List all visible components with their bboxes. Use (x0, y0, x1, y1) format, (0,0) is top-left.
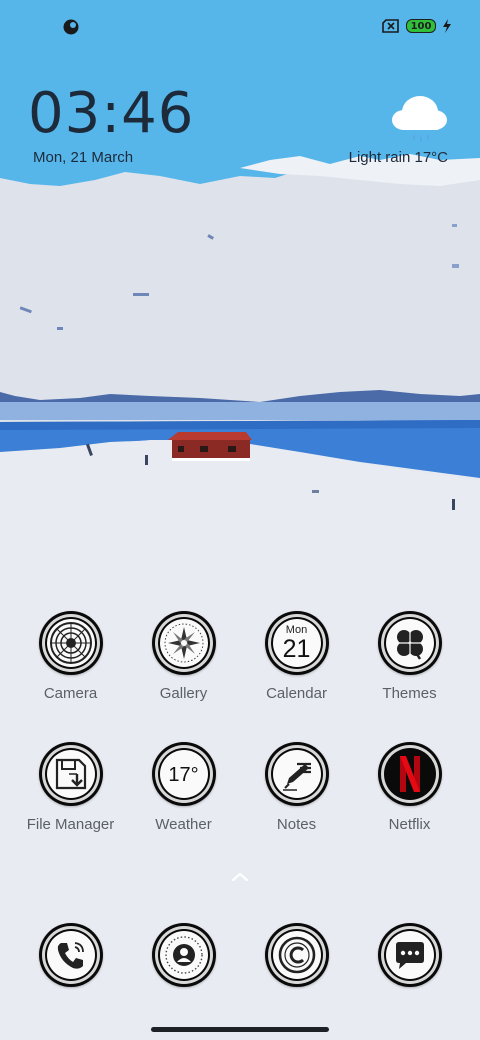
app-calendar[interactable]: Mon 21 Calendar (240, 611, 353, 702)
messages-icon (395, 942, 424, 969)
clock-minute: 46 (121, 81, 195, 146)
home-indicator[interactable] (151, 1027, 329, 1032)
dock-phone[interactable] (14, 923, 127, 987)
battery-level: 100 (410, 20, 432, 32)
clock-separator: : (101, 81, 122, 146)
app-notes[interactable]: Notes (240, 742, 353, 833)
battery-indicator: 100 (406, 19, 436, 33)
app-label: Themes (382, 685, 437, 702)
dock-messages[interactable] (353, 923, 466, 987)
clock-hour: 03 (28, 81, 102, 146)
app-label: Weather (155, 816, 212, 833)
calendar-icon: Mon 21 (272, 619, 321, 667)
app-file-manager[interactable]: File Manager (14, 742, 127, 833)
no-sim-icon (382, 19, 399, 33)
app-label: Netflix (388, 816, 431, 833)
date-label[interactable]: Mon, 21 March (33, 149, 133, 166)
app-camera[interactable]: Camera (14, 611, 127, 702)
contacts-icon (164, 936, 203, 974)
weather-condition-temp[interactable]: Light rain 17°C (349, 149, 448, 166)
netflix-icon (399, 756, 420, 792)
status-bar: 100 (0, 0, 480, 52)
cloud-rain-icon[interactable] (390, 90, 450, 145)
browser-copyright-icon (278, 936, 315, 974)
app-label: Camera (43, 685, 98, 702)
notification-app-icon (63, 19, 79, 35)
app-label: Notes (276, 816, 317, 833)
phone-icon (57, 942, 84, 969)
clock-widget[interactable]: 03:46 (28, 86, 194, 142)
app-weather[interactable]: 17° Weather (127, 742, 240, 833)
weather-temp-icon: 17° (159, 750, 208, 798)
app-gallery[interactable]: Gallery (127, 611, 240, 702)
app-netflix[interactable]: Netflix (353, 742, 466, 833)
dock-contacts[interactable] (127, 923, 240, 987)
camera-lens-icon (49, 622, 92, 664)
app-label: Gallery (159, 685, 208, 702)
calendar-day: 21 (282, 635, 311, 663)
app-label: File Manager (26, 816, 115, 833)
app-label: Calendar (266, 685, 327, 702)
gallery-compass-icon (164, 623, 203, 663)
dock-browser[interactable] (240, 923, 353, 987)
chevron-up-icon[interactable] (229, 870, 251, 884)
weather-temp-value: 17° (168, 763, 199, 786)
clover-icon (396, 630, 423, 660)
app-themes[interactable]: Themes (353, 611, 466, 702)
file-download-icon (55, 758, 86, 790)
charging-bolt-icon (443, 19, 451, 33)
notes-pen-icon (282, 762, 311, 791)
